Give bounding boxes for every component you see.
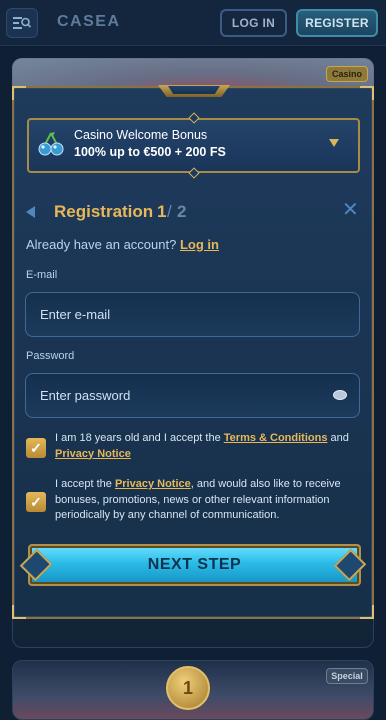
password-label: Password [26,350,75,362]
login-link[interactable]: Log in [180,237,219,252]
registration-step-separator: / [167,202,172,221]
coin-badge: 1 [166,666,210,710]
back-arrow-icon[interactable] [26,206,35,218]
menu-button[interactable] [6,8,38,38]
email-field[interactable]: Enter e-mail [25,292,360,337]
close-icon[interactable]: ✕ [342,200,359,220]
email-label: E-mail [26,269,58,281]
modal-top-crest-inner [168,86,220,94]
cherries-icon [38,132,64,156]
bonus-title: Casino Welcome Bonus [74,128,208,142]
casea-logo[interactable]: CASEA [57,13,121,31]
age-terms-and: and [327,432,349,444]
chevron-down-icon[interactable] [329,139,339,147]
marketing-consent-checkbox[interactable]: ✓ [26,492,46,512]
marketing-prefix: I accept the [55,478,115,490]
eye-icon[interactable] [333,390,347,400]
bonus-offer: 100% up to €500 + 200 FS [74,145,226,159]
terms-link[interactable]: Terms & Conditions [224,432,328,444]
age-terms-text: I am 18 years old and I accept the Terms… [55,431,360,462]
registration-step-current: 1 [157,202,167,221]
registration-step-total: 2 [177,202,187,221]
password-field[interactable]: Enter password [25,373,360,418]
have-account-label: Already have an account? [26,237,177,252]
registration-title: Registration [54,202,154,221]
casino-tag: Casino [326,66,368,82]
register-button[interactable]: REGISTER [296,9,378,37]
modal-corner-ornament [12,86,26,100]
marketing-privacy-link[interactable]: Privacy Notice [115,478,191,490]
privacy-notice-link[interactable]: Privacy Notice [55,448,131,460]
menu-search-icon [13,17,31,29]
modal-corner-ornament [12,605,26,619]
login-button[interactable]: LOG IN [220,9,287,37]
age-terms-checkbox[interactable]: ✓ [26,438,46,458]
next-step-button[interactable]: NEXT STEP [28,544,361,586]
special-tag: Special [326,668,368,684]
age-terms-prefix: I am 18 years old and I accept the [55,432,224,444]
modal-corner-ornament [360,86,374,100]
have-account-text: Already have an account? Log in [26,237,219,252]
modal-corner-ornament [360,605,374,619]
marketing-consent-text: I accept the Privacy Notice, and would a… [55,477,360,524]
